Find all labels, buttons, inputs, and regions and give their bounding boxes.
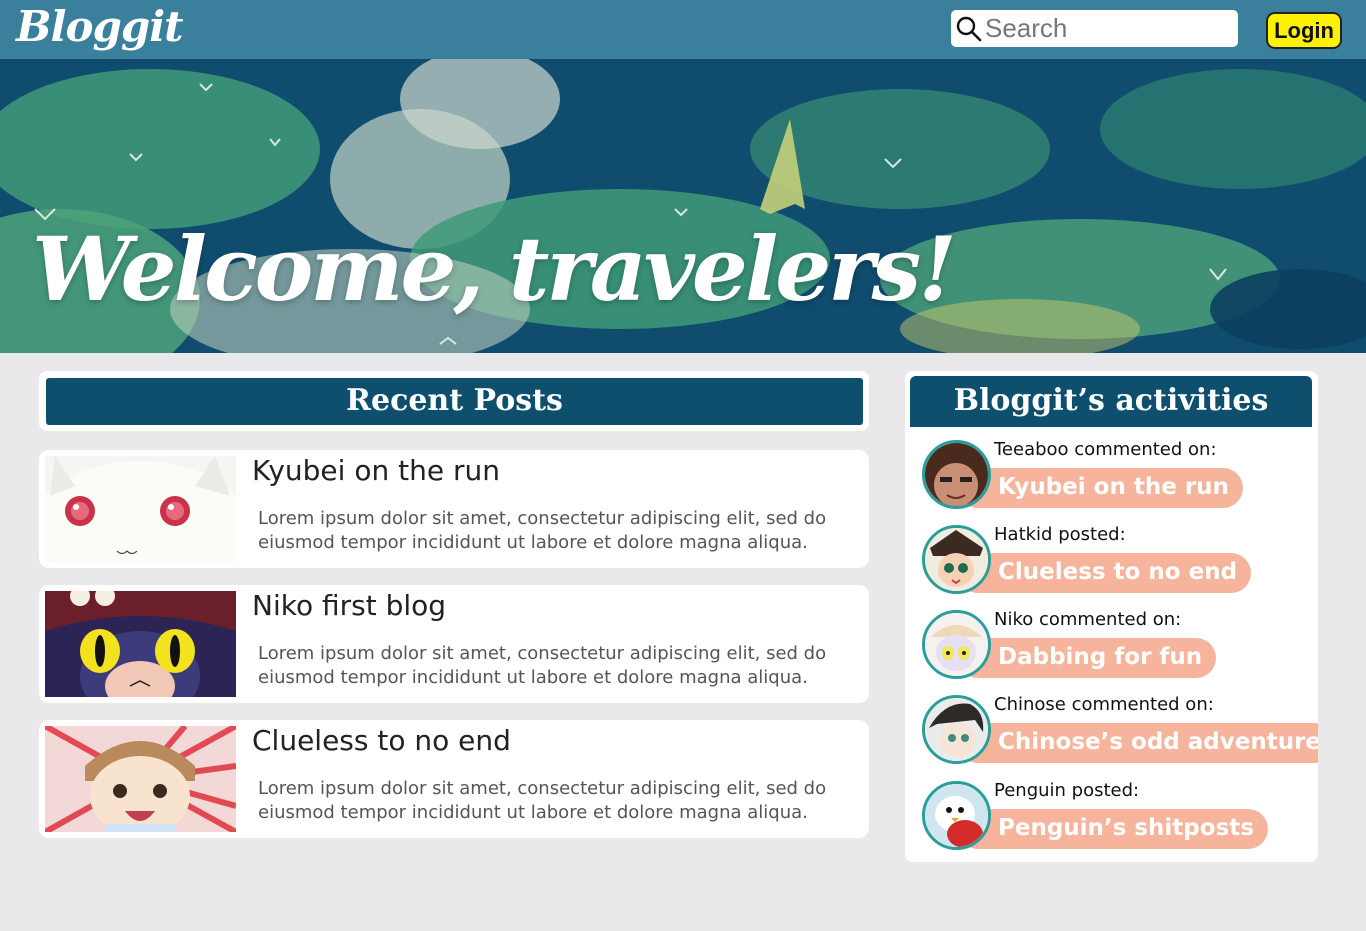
- post-title[interactable]: Clueless to no end: [252, 724, 511, 757]
- avatar[interactable]: [922, 525, 991, 594]
- activity-description: Hatkid posted:: [994, 524, 1126, 545]
- activities-panel: Bloggit’s activities Kyubei on the run T…: [905, 371, 1318, 862]
- activity-post-link[interactable]: Clueless to no end: [958, 553, 1252, 593]
- search-icon: [956, 16, 982, 42]
- top-navbar: Bloggit Login: [0, 0, 1366, 59]
- activity-description: Chinose commented on:: [994, 694, 1214, 715]
- search-box[interactable]: [951, 10, 1238, 47]
- login-button[interactable]: Login: [1266, 12, 1342, 49]
- post-card[interactable]: Kyubei on the run Lorem ipsum dolor sit …: [39, 450, 869, 568]
- hero-title: Welcome, travelers!: [32, 217, 957, 321]
- activity-post-link[interactable]: Dabbing for fun: [958, 638, 1217, 678]
- post-card[interactable]: Clueless to no end Lorem ipsum dolor sit…: [39, 720, 869, 838]
- activities-heading: Bloggit’s activities: [910, 376, 1312, 427]
- activity-description: Penguin posted:: [994, 780, 1140, 801]
- post-thumbnail[interactable]: [45, 726, 236, 832]
- activity-description: Niko commented on:: [994, 609, 1182, 630]
- activity-description: Teeaboo commented on:: [994, 439, 1217, 460]
- avatar[interactable]: [922, 440, 991, 509]
- post-excerpt: Lorem ipsum dolor sit amet, consectetur …: [258, 643, 827, 688]
- post-title[interactable]: Kyubei on the run: [252, 454, 500, 487]
- site-logo[interactable]: Bloggit: [16, 2, 184, 51]
- activity-post-link[interactable]: Chinose’s odd adventure: [958, 723, 1318, 763]
- hero-banner: Welcome, travelers!: [0, 59, 1366, 353]
- post-excerpt: Lorem ipsum dolor sit amet, consectetur …: [258, 778, 827, 823]
- recent-posts-header-card: Recent Posts: [39, 371, 869, 431]
- post-excerpt: Lorem ipsum dolor sit amet, consectetur …: [258, 508, 827, 553]
- activity-item: Chinose’s odd adventure Chinose commente…: [922, 694, 1318, 767]
- activity-post-link[interactable]: Penguin’s shitposts: [958, 809, 1268, 849]
- activity-item: Penguin’s shitposts Penguin posted:: [922, 780, 1312, 853]
- post-thumbnail[interactable]: [45, 456, 236, 562]
- post-thumbnail[interactable]: [45, 591, 236, 697]
- post-card[interactable]: Niko first blog Lorem ipsum dolor sit am…: [39, 585, 869, 703]
- activity-item: Dabbing for fun Niko commented on:: [922, 609, 1312, 682]
- search-input[interactable]: [985, 10, 1233, 47]
- avatar[interactable]: [922, 781, 991, 850]
- activity-item: Kyubei on the run Teeaboo commented on:: [922, 439, 1312, 512]
- activity-post-link[interactable]: Kyubei on the run: [958, 468, 1243, 508]
- avatar[interactable]: [922, 610, 991, 679]
- activity-item: Clueless to no end Hatkid posted:: [922, 524, 1312, 597]
- recent-posts-heading: Recent Posts: [46, 378, 863, 425]
- avatar[interactable]: [922, 695, 991, 764]
- post-title[interactable]: Niko first blog: [252, 589, 446, 622]
